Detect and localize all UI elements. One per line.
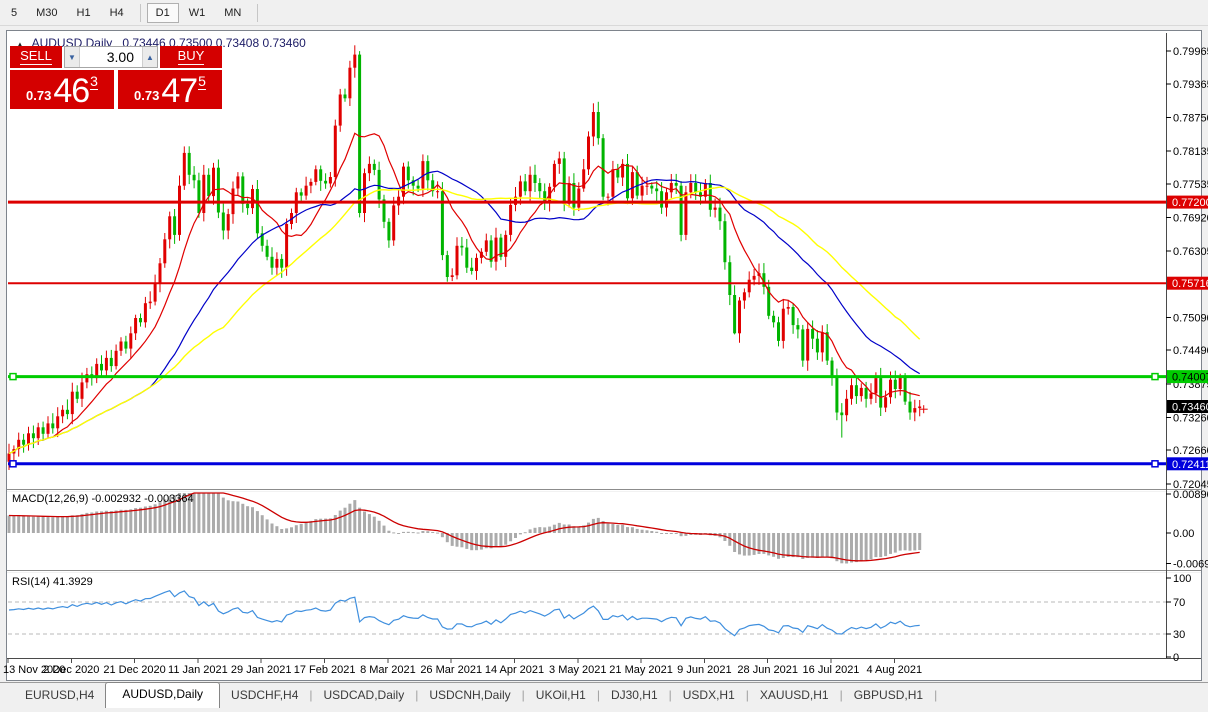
price-axis: 0.79965 0.79365 0.78750 0.78135 0.77535 0.769… [1166,46,1208,491]
macd-scale-label: 0.008903 [1173,489,1208,501]
macd-scale-label: -0.006977 [1173,559,1208,571]
price-tick-label: 0.72660 [1173,445,1208,457]
timeframe-button-5[interactable]: 5 [2,3,26,23]
tab-eurusd-h4[interactable]: EURUSD,H4 [14,684,105,708]
pane-separators[interactable] [7,33,1201,659]
rsi-scale-label: 100 [1173,573,1191,585]
timeframe-button-MN[interactable]: MN [215,3,250,23]
svg-text:0.74007: 0.74007 [1172,372,1208,384]
price-tick-label: 0.75090 [1173,312,1208,324]
rsi-line [9,591,920,636]
price-badge-0.72411: 0.72411 [1167,457,1208,471]
date-label: 16 Jul 2021 [803,664,860,676]
price-tick-label: 0.79365 [1173,79,1208,91]
date-label: 26 Mar 2021 [420,664,482,676]
price-tick-label: 0.79965 [1173,46,1208,58]
tab-dj30-h1[interactable]: DJ30,H1 [600,684,669,708]
macd-scale-label: 0.00 [1173,528,1194,540]
price-badge-0.75716: 0.75716 [1167,277,1208,291]
buy-button[interactable]: BUY [160,46,222,68]
date-axis: 13 Nov 20202 Dec 202021 Dec 202011 Jan 2… [3,659,922,676]
tab-usdchf-h4[interactable]: USDCHF,H4 [220,684,309,708]
tab-usdcnh-daily[interactable]: USDCNH,Daily [418,684,521,708]
date-label: 11 Jan 2021 [168,664,228,676]
tab-xauusd-h1[interactable]: XAUUSD,H1 [749,684,840,708]
toolbar-divider [257,4,258,22]
volume-increase-button[interactable]: ▲ [142,47,157,67]
price-tick-label: 0.77535 [1173,179,1208,191]
price-tick-label: 0.78135 [1173,146,1208,158]
rsi-scale-label: 0 [1173,652,1179,664]
ma-fast-line [9,133,920,453]
date-label: 8 Mar 2021 [360,664,416,676]
volume-stepper: ▼ 3.00 ▲ [64,46,158,68]
date-label: 14 Apr 2021 [485,664,544,676]
volume-decrease-button[interactable]: ▼ [65,47,80,67]
timeframe-button-M30[interactable]: M30 [27,3,66,23]
hline-handle-left[interactable] [10,374,16,380]
timeframe-button-H4[interactable]: H4 [101,3,133,23]
price-tick-label: 0.76920 [1173,212,1208,224]
timeframe-button-D1[interactable]: D1 [147,3,179,23]
hline-handle-right[interactable] [1152,374,1158,380]
date-label: 21 Dec 2020 [103,664,165,676]
macd-scale: 0.008903 0.00 -0.006977 [1166,489,1208,571]
svg-text:0.77200: 0.77200 [1172,197,1208,209]
hline-handle-left[interactable] [10,461,16,467]
date-label: 17 Feb 2021 [294,664,356,676]
price-badge-0.77200: 0.77200 [1167,196,1208,210]
rsi-indicator-label: RSI(14) 41.3929 [12,576,93,588]
macd-indicator-label: MACD(12,26,9) -0.002932 -0.003364 [12,493,194,505]
svg-text:0.75716: 0.75716 [1172,278,1208,290]
timeframe-button-H1[interactable]: H1 [68,3,100,23]
tab-usdcad-daily[interactable]: USDCAD,Daily [313,684,416,708]
tab-usdx-h1[interactable]: USDX,H1 [672,684,746,708]
price-tick-label: 0.78750 [1173,112,1208,124]
sell-button[interactable]: SELL [10,46,62,68]
date-label: 29 Jan 2021 [231,664,292,676]
tab-gbpusd-h1[interactable]: GBPUSD,H1 [843,684,934,708]
timeframe-toolbar: 5M30H1H4 D1W1MN [0,0,1208,26]
svg-text:0.72411: 0.72411 [1172,459,1208,471]
one-click-trading-panel: SELL ▼ 3.00 ▲ BUY 0.73 46 3 0.73 47 5 [10,46,222,109]
date-label: 21 May 2021 [609,664,673,676]
tab-ukoil-h1[interactable]: UKOil,H1 [525,684,597,708]
price-tick-label: 0.73260 [1173,412,1208,424]
volume-input[interactable]: 3.00 [80,47,142,67]
date-label: 28 Jun 2021 [737,664,798,676]
symbol-tab-bar: EURUSD,H4AUDUSD,DailyUSDCHF,H4 | USDCAD,Da… [0,682,1208,708]
tab-audusd-daily[interactable]: AUDUSD,Daily [105,682,220,708]
rsi-scale-label: 70 [1173,597,1185,609]
date-label: 4 Aug 2021 [866,664,922,676]
candlesticks [8,45,922,470]
rsi-scale: 100 70 30 0 [1166,573,1191,664]
current-price-badge: 0.73460 [1167,400,1208,414]
price-marker-cross [920,405,928,413]
price-badge-0.74007: 0.74007 [1167,370,1208,384]
timeframe-button-W1[interactable]: W1 [180,3,215,23]
toolbar-divider [140,4,141,22]
buy-price-display[interactable]: 0.73 47 5 [118,70,222,109]
date-label: 9 Jun 2021 [677,664,731,676]
rsi-scale-label: 30 [1173,629,1185,641]
date-label: 3 May 2021 [549,664,606,676]
hline-handle-right[interactable] [1152,461,1158,467]
price-tick-label: 0.74490 [1173,345,1208,357]
price-tick-label: 0.76305 [1173,246,1208,258]
svg-text:0.73460: 0.73460 [1172,402,1208,414]
sell-price-display[interactable]: 0.73 46 3 [10,70,114,109]
date-label: 2 Dec 2020 [43,664,99,676]
tab-separator: | [934,688,937,708]
